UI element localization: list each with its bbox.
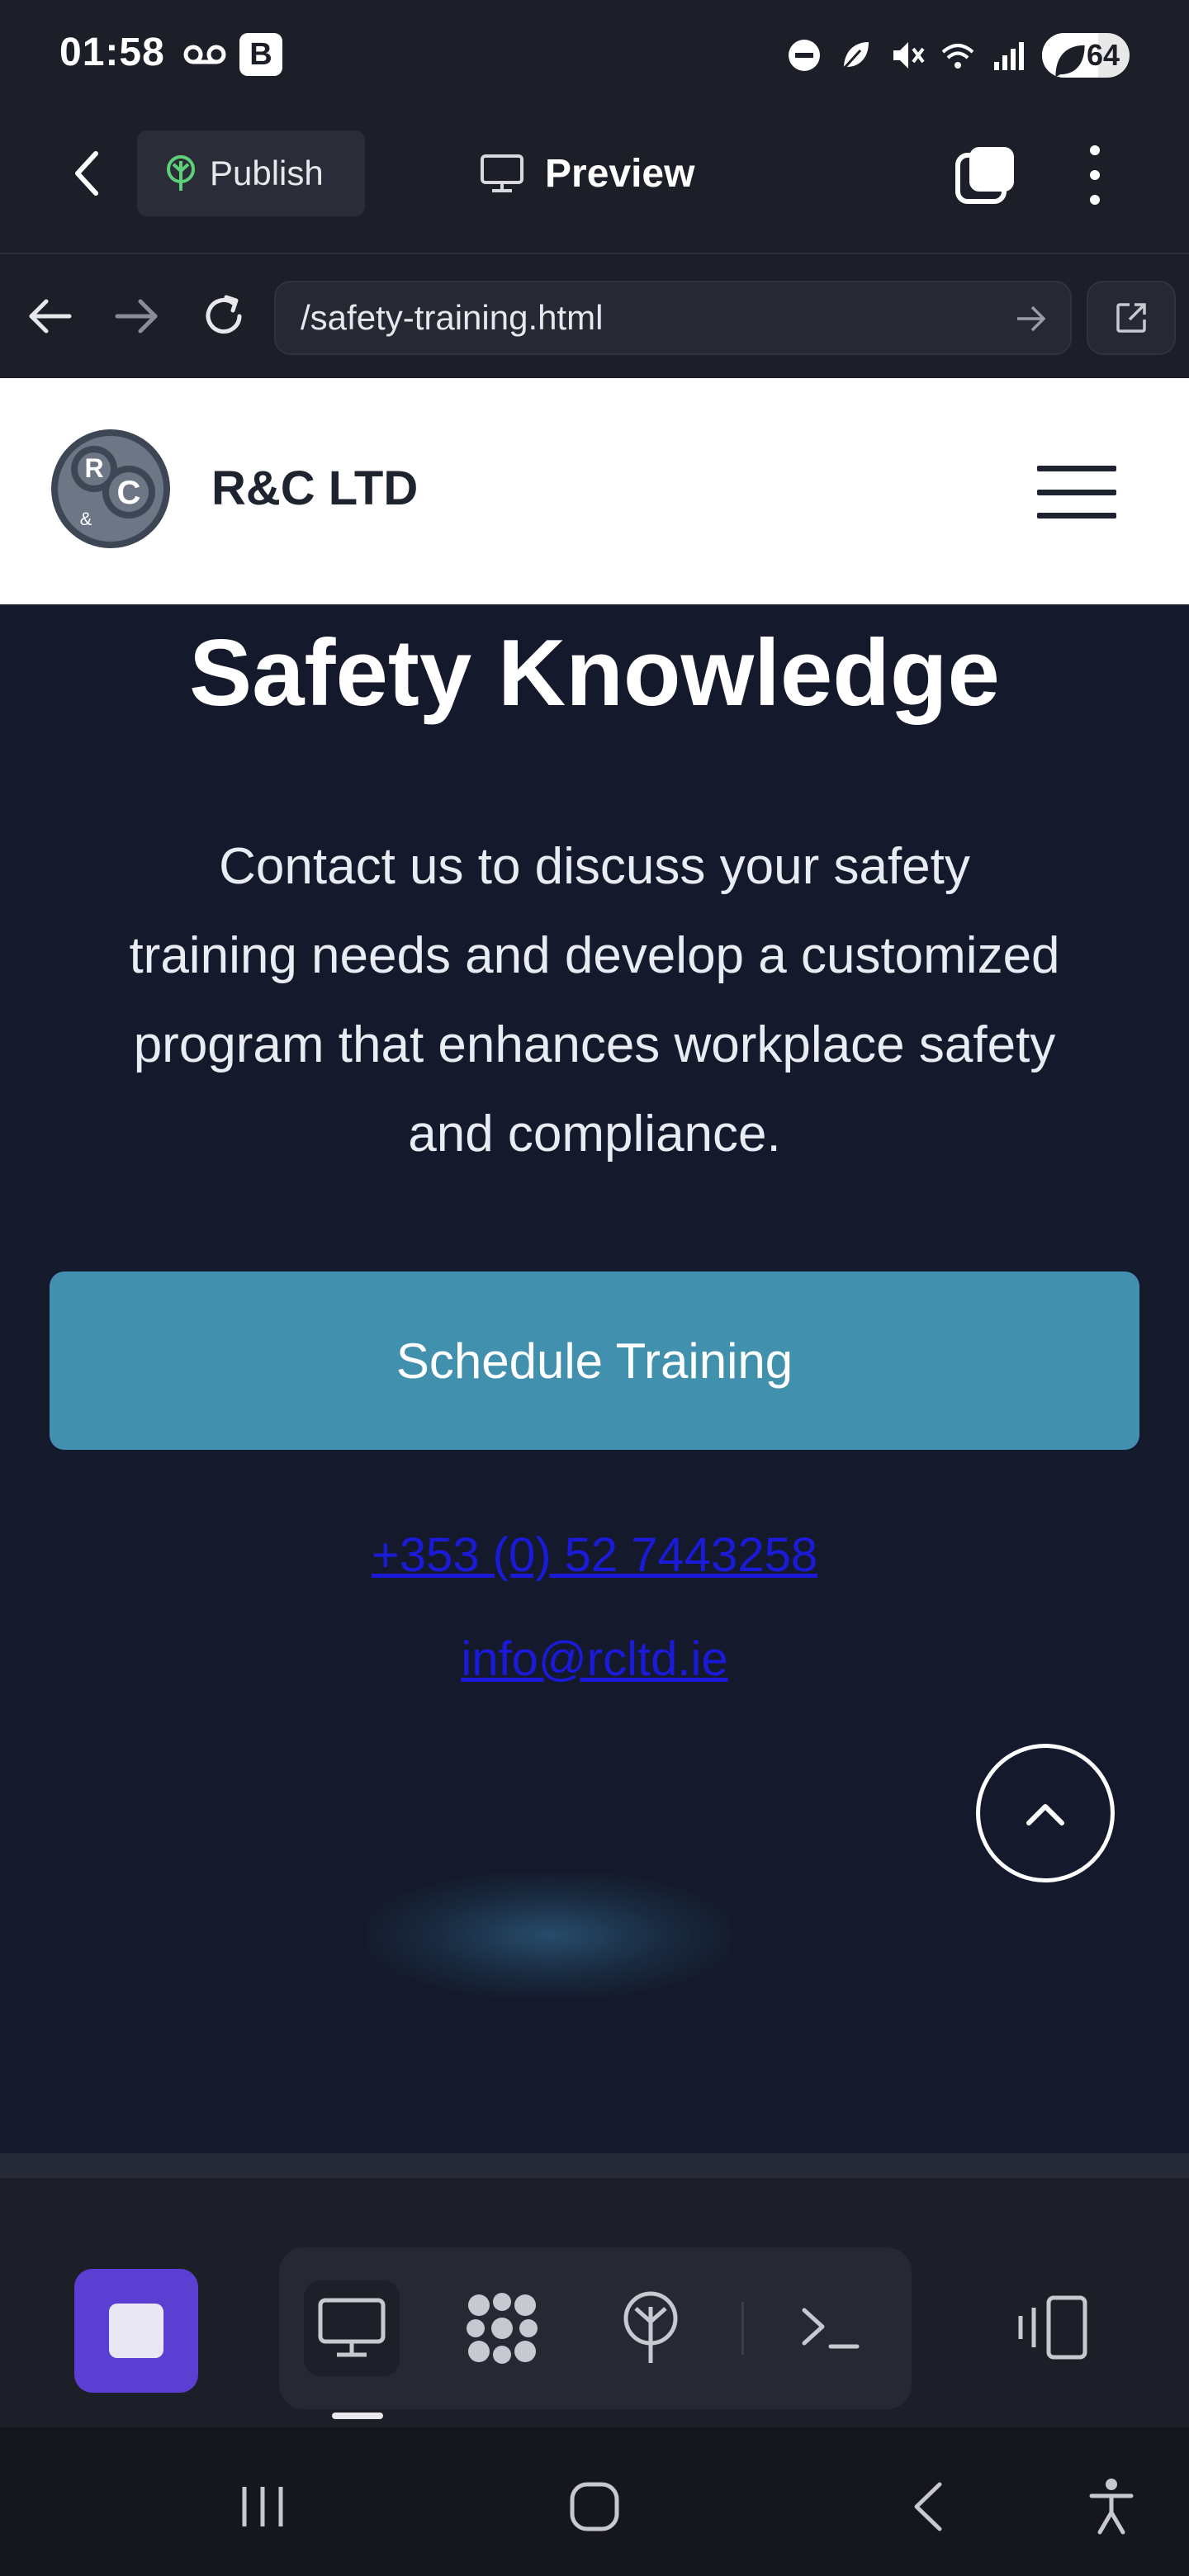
system-back-button[interactable]	[895, 2474, 961, 2540]
email-link[interactable]: info@rcltd.ie	[0, 1631, 1189, 1687]
publish-button[interactable]: Publish	[137, 130, 365, 216]
layout-toggle-icon	[1018, 2295, 1087, 2360]
status-right-icons: 64	[786, 33, 1130, 78]
publish-label: Publish	[210, 154, 324, 192]
battery-level: 64	[1086, 38, 1120, 72]
grid-blob-icon	[467, 2293, 538, 2364]
monitor-icon	[481, 154, 523, 192]
accessibility-icon	[1089, 2479, 1134, 2535]
dnd-icon	[789, 40, 820, 71]
nav-back-icon[interactable]	[23, 289, 78, 343]
bottom-dock	[0, 2153, 1189, 2427]
components-tool-button[interactable]	[454, 2280, 550, 2376]
schedule-training-label: Schedule Training	[396, 1333, 793, 1389]
schedule-training-button[interactable]: Schedule Training	[50, 1271, 1139, 1450]
chevron-up-icon	[1026, 1804, 1064, 1825]
tabs-icon[interactable]	[955, 144, 1017, 206]
go-arrow-icon[interactable]	[1012, 301, 1049, 337]
external-link-button[interactable]	[1087, 281, 1176, 355]
page-description: Contact us to discuss your safety traini…	[41, 822, 1148, 1179]
logo-letter-c: C	[117, 475, 141, 511]
layout-toggle-button[interactable]	[1007, 2282, 1098, 2373]
battery-saver-icon	[1055, 45, 1085, 78]
system-navigation-bar	[0, 2427, 1189, 2576]
company-logo[interactable]: R C &	[50, 428, 172, 550]
desktop-icon	[318, 2298, 386, 2357]
page-heading: Safety Knowledge	[189, 621, 1000, 726]
battery-icon: 64	[1042, 33, 1130, 78]
site-header: R C & R&C LTD	[0, 378, 1189, 604]
terminal-icon	[802, 2308, 860, 2349]
tool-divider	[741, 2302, 744, 2355]
url-text: /safety-training.html	[301, 298, 604, 337]
home-icon	[570, 2482, 619, 2531]
description-line: and compliance.	[408, 1106, 781, 1163]
tool-group	[279, 2247, 912, 2409]
active-tab-indicator	[332, 2413, 383, 2419]
page-content: Safety Knowledge Contact us to discuss y…	[0, 604, 1189, 2153]
app-toolbar: Publish Preview	[0, 116, 1189, 254]
deploy-icon	[623, 2291, 678, 2363]
accessibility-button[interactable]	[1078, 2474, 1144, 2540]
logo-letter-r: R	[84, 453, 103, 483]
status-time: 01:58	[59, 31, 165, 74]
hamburger-menu-icon[interactable]	[1037, 466, 1116, 519]
description-line: training needs and develop a customized	[129, 927, 1060, 984]
browser-bar: /safety-training.html	[0, 256, 1189, 378]
description-line: Contact us to discuss your safety	[219, 838, 970, 895]
signal-icon	[994, 42, 1024, 70]
home-button[interactable]	[561, 2474, 628, 2540]
publish-tree-icon	[167, 155, 195, 191]
mute-icon	[893, 42, 925, 69]
preview-label: Preview	[545, 151, 695, 196]
back-button[interactable]	[59, 145, 116, 201]
description-line: program that enhances workplace safety	[133, 1016, 1056, 1073]
phone-link[interactable]: +353 (0) 52 7443258	[0, 1527, 1189, 1583]
site-name[interactable]: R&C LTD	[211, 461, 418, 516]
nav-forward-icon[interactable]	[109, 289, 163, 343]
terminal-tool-button[interactable]	[783, 2280, 879, 2376]
scroll-to-top-button[interactable]	[976, 1744, 1115, 1882]
status-left-icons: B	[183, 33, 282, 76]
recents-button[interactable]	[230, 2474, 296, 2540]
url-field[interactable]: /safety-training.html	[274, 281, 1072, 355]
stop-icon	[109, 2304, 163, 2358]
leaf-icon	[842, 42, 869, 70]
back-icon	[914, 2482, 942, 2531]
recents-icon	[242, 2487, 283, 2526]
more-vertical-icon[interactable]	[1078, 140, 1111, 210]
decorative-glow	[368, 1873, 732, 1998]
deploy-tool-button[interactable]	[603, 2280, 699, 2376]
preview-button[interactable]: Preview	[479, 140, 694, 206]
voicemail-icon	[183, 45, 226, 64]
logo-ampersand: &	[80, 509, 92, 529]
status-bar: 01:58 B 64	[0, 0, 1189, 116]
reload-icon[interactable]	[197, 289, 251, 343]
external-link-icon	[1116, 303, 1146, 333]
b-badge-icon: B	[239, 33, 282, 76]
stop-button[interactable]	[74, 2269, 198, 2393]
back-arrow-icon	[75, 151, 98, 196]
wifi-icon	[941, 44, 974, 69]
desktop-tool-button[interactable]	[304, 2280, 400, 2376]
